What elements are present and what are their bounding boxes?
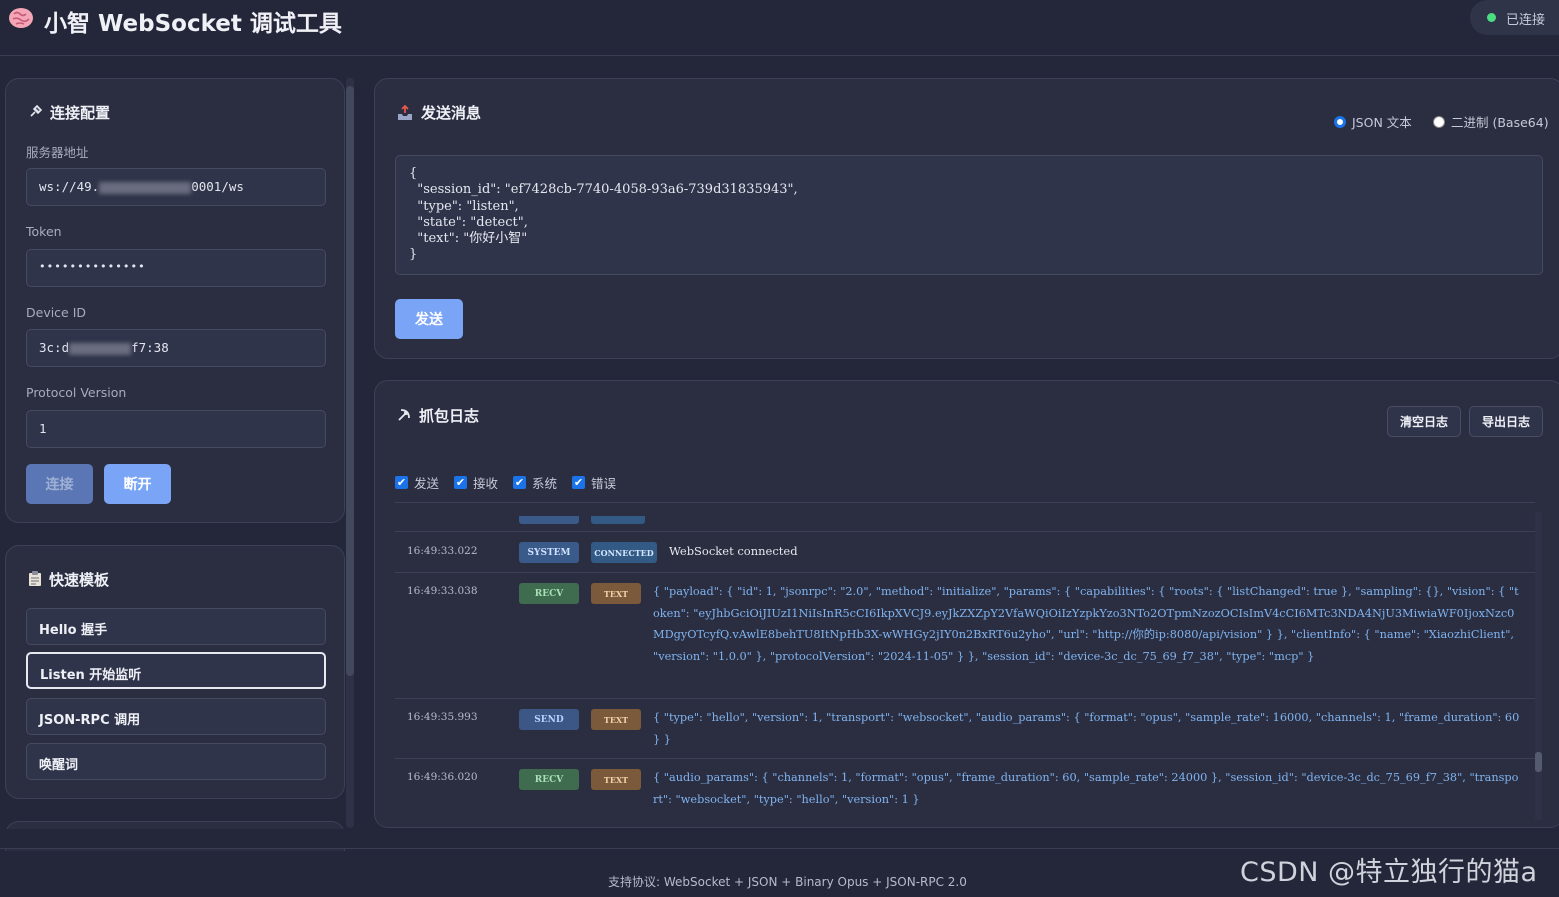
log-payload: { "payload": { "id": 1, "jsonrpc": "2.0"…: [653, 585, 1519, 663]
message-editor[interactable]: { "session_id": "ef7428cb-7740-4058-93a6…: [395, 155, 1543, 275]
left-scrollbar[interactable]: [346, 78, 354, 828]
log-payload: { "audio_params": { "channels": 1, "form…: [653, 771, 1519, 806]
direction-badge: RECV: [519, 769, 579, 790]
connect-button[interactable]: 连接: [26, 464, 93, 504]
direction-badge: SEND: [519, 709, 579, 730]
device-id-label: Device ID: [26, 305, 87, 320]
protocol-version-input[interactable]: 1: [26, 410, 326, 448]
radio-binary-label: 二进制 (Base64): [1451, 115, 1549, 130]
export-log-button[interactable]: 导出日志: [1469, 406, 1543, 437]
filter-error-label: 错误: [591, 476, 617, 491]
radio-json-label: JSON 文本: [1352, 115, 1412, 130]
log-row: 16:49:35.993 SEND TEXT { "type": "hello"…: [395, 699, 1535, 759]
log-timestamp: 16:49:33.038: [407, 585, 478, 597]
plug-icon: [30, 104, 43, 117]
filter-system[interactable]: ✔ 系统: [513, 473, 557, 492]
log-payload: { "type": "hello", "version": 1, "transp…: [653, 711, 1520, 746]
log-row: 16:49:36.020 RECV TEXT { "audio_params":…: [395, 759, 1535, 819]
app-header: 小智 WebSocket 调试工具 已连接: [0, 0, 1559, 56]
redacted-block: [69, 342, 132, 355]
radio-json-text[interactable]: JSON 文本: [1334, 112, 1412, 131]
server-url-input[interactable]: ws://49. 0001/ws: [26, 168, 326, 206]
type-badge: TEXT: [591, 583, 641, 604]
send-button[interactable]: 发送: [395, 299, 463, 339]
filter-system-label: 系统: [532, 476, 558, 491]
log-row: 16:49:33.038 RECV TEXT { "payload": { "i…: [395, 573, 1535, 699]
disconnect-button[interactable]: 断开: [104, 464, 171, 504]
type-badge: TEXT: [591, 769, 641, 790]
footer-divider: [0, 848, 1559, 849]
send-message-panel: 发送消息 JSON 文本 二进制 (Base64) { "session_id"…: [374, 78, 1559, 359]
template-hello[interactable]: Hello 握手: [26, 608, 326, 645]
server-label: 服务器地址: [26, 145, 89, 160]
status-text: 已连接: [1506, 13, 1546, 28]
log-scrollbar[interactable]: [1535, 512, 1542, 820]
filter-recv-label: 接收: [473, 476, 499, 491]
device-id-suffix: f7:38: [131, 340, 169, 355]
checkbox-checked-icon: ✔: [513, 476, 526, 489]
template-listen[interactable]: Listen 开始监听: [26, 652, 326, 689]
clipboard-icon: [29, 571, 41, 586]
log-timestamp: 16:49:33.022: [407, 545, 478, 557]
quick-templates-panel: 快速模板 Hello 握手 Listen 开始监听 JSON-RPC 调用 唤醒…: [5, 545, 345, 799]
left-scrollbar-thumb[interactable]: [346, 86, 354, 676]
type-badge: TEXT: [591, 709, 641, 730]
server-url-prefix: ws://49.: [39, 179, 100, 194]
server-url-suffix: 0001/ws: [191, 179, 244, 194]
device-id-prefix: 3c:d: [39, 340, 70, 355]
direction-badge: RECV: [519, 583, 579, 604]
connection-config-panel: 连接配置 服务器地址 ws://49. 0001/ws Token •••••••…: [5, 78, 345, 523]
radio-binary[interactable]: 二进制 (Base64): [1433, 112, 1549, 131]
direction-badge: SYSTEM: [519, 542, 579, 563]
clear-log-button[interactable]: 清空日志: [1387, 406, 1461, 437]
config-title: 连接配置: [50, 104, 111, 122]
device-id-input[interactable]: 3c:d f7:38: [26, 329, 326, 367]
template-json-rpc[interactable]: JSON-RPC 调用: [26, 698, 326, 735]
log-row: 16:49:33.022 SYSTEM CONNECTED WebSocket …: [395, 532, 1535, 573]
checkbox-checked-icon: ✔: [454, 476, 467, 489]
templates-title: 快速模板: [49, 571, 110, 589]
radio-selected-icon: [1334, 115, 1346, 128]
connection-status: 已连接: [1470, 0, 1559, 35]
log-timestamp: 16:49:35.993: [407, 711, 478, 723]
type-badge: CONNECTED: [591, 542, 657, 563]
log-list[interactable]: 16:49:33.022 SYSTEM CONNECTED WebSocket …: [395, 502, 1535, 825]
log-title: 抓包日志: [419, 407, 480, 425]
radio-unselected-icon: [1433, 115, 1445, 128]
outbox-icon: [398, 105, 412, 120]
status-dot-icon: [1487, 13, 1496, 22]
log-timestamp: 16:49:36.020: [407, 771, 478, 783]
satellite-icon: [398, 409, 410, 421]
log-row-partial: [395, 503, 1535, 532]
filter-send-label: 发送: [414, 476, 440, 491]
template-wake-word[interactable]: 唤醒词: [26, 743, 326, 780]
footer-protocols: 支持协议: WebSocket + JSON + Binary Opus + J…: [608, 875, 967, 889]
filter-recv[interactable]: ✔ 接收: [454, 473, 498, 492]
token-label: Token: [26, 224, 62, 239]
log-scrollbar-thumb[interactable]: [1535, 752, 1542, 772]
redacted-block: [99, 181, 192, 194]
filter-error[interactable]: ✔ 错误: [572, 473, 616, 492]
watermark: CSDN @特立独行的猫a: [1240, 857, 1538, 888]
log-message: WebSocket connected: [669, 544, 798, 558]
checkbox-checked-icon: ✔: [395, 476, 408, 489]
send-title: 发送消息: [421, 104, 482, 122]
token-input[interactable]: ••••••••••••••: [26, 249, 326, 287]
checkbox-checked-icon: ✔: [572, 476, 585, 489]
app-title: 小智 WebSocket 调试工具: [44, 11, 342, 37]
protocol-version-label: Protocol Version: [26, 385, 127, 400]
brain-icon: [9, 8, 33, 28]
filter-send[interactable]: ✔ 发送: [395, 473, 439, 492]
